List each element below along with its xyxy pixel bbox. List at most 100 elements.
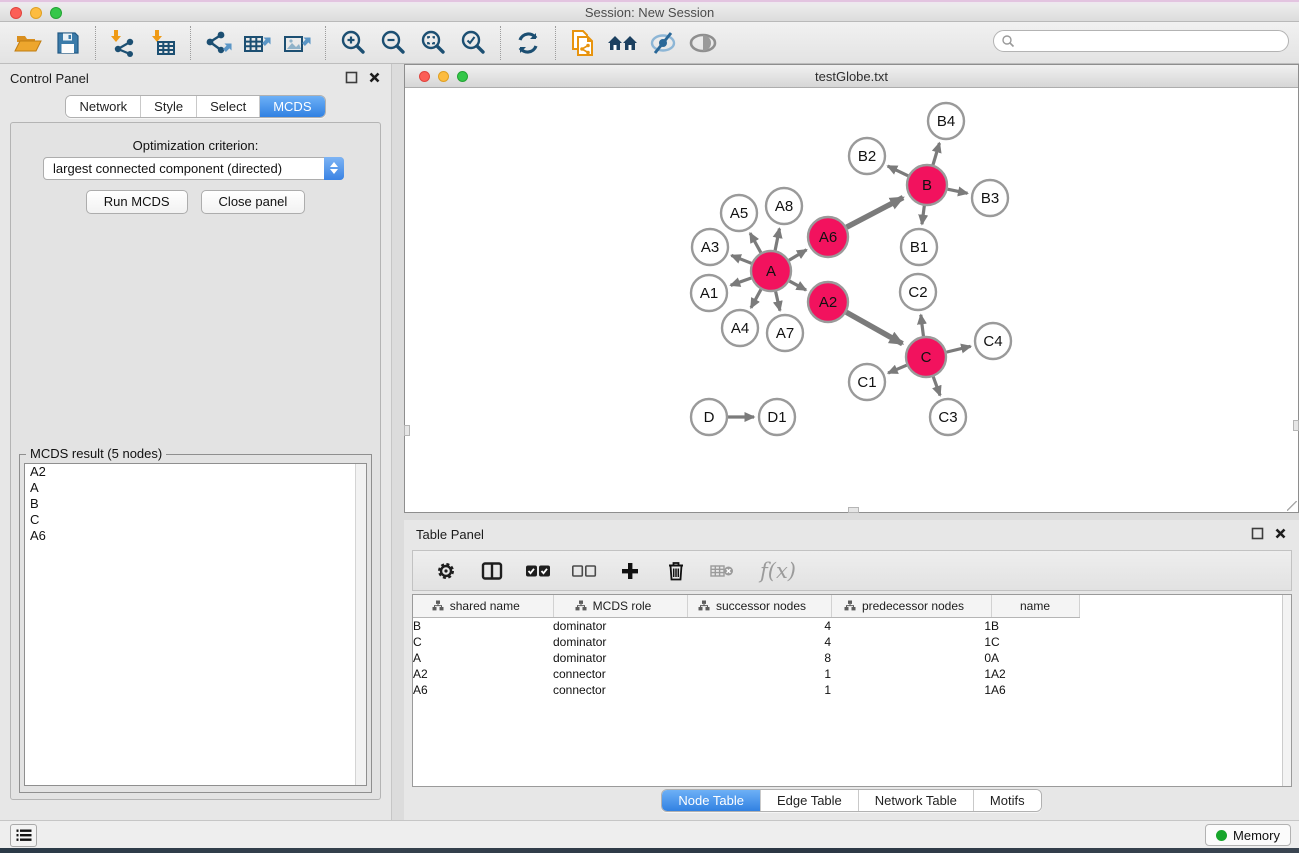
table-cell[interactable]: 8 — [687, 650, 831, 666]
zoom-fit-icon[interactable] — [413, 24, 453, 62]
table-cell[interactable]: 4 — [687, 617, 831, 634]
graph-edge[interactable] — [751, 289, 761, 307]
graph-edge[interactable] — [731, 255, 751, 263]
table-cell[interactable]: 1 — [831, 682, 991, 698]
column-header-predecessor-nodes[interactable]: predecessor nodes — [831, 595, 991, 617]
graph-edge[interactable] — [731, 278, 752, 285]
graph-edge[interactable] — [846, 312, 902, 344]
table-row[interactable]: A2connector11A2 — [413, 666, 1285, 682]
graph-edge[interactable] — [776, 291, 780, 310]
mcds-result-item[interactable]: C — [25, 512, 366, 528]
table-row[interactable]: Adominator80A — [413, 650, 1285, 666]
export-image-icon[interactable] — [278, 24, 318, 62]
graph-edge[interactable] — [888, 365, 906, 373]
network-frame-titlebar[interactable]: testGlobe.txt — [405, 65, 1298, 88]
graph-edge[interactable] — [789, 250, 806, 260]
close-panel-icon[interactable] — [368, 71, 381, 84]
search-field[interactable] — [993, 30, 1289, 52]
table-row[interactable]: Cdominator41C — [413, 634, 1285, 650]
table-row[interactable]: A6connector11A6 — [413, 682, 1285, 698]
graph-edge[interactable] — [847, 198, 904, 228]
table-cell[interactable]: 1 — [831, 617, 991, 634]
graph-edge[interactable] — [948, 189, 968, 193]
export-network-icon[interactable] — [198, 24, 238, 62]
tab-motifs[interactable]: Motifs — [973, 790, 1041, 811]
zoom-selected-icon[interactable] — [453, 24, 493, 62]
zoom-out-icon[interactable] — [373, 24, 413, 62]
frame-resize-handle[interactable] — [1287, 501, 1297, 511]
tab-network[interactable]: Network — [66, 96, 140, 117]
tab-mcds[interactable]: MCDS — [259, 96, 324, 117]
export-table-icon[interactable] — [238, 24, 278, 62]
memory-button[interactable]: Memory — [1205, 824, 1291, 846]
graph-edge[interactable] — [921, 315, 924, 336]
table-cell[interactable]: A — [413, 650, 553, 666]
tab-select[interactable]: Select — [196, 96, 259, 117]
table-scrollbar[interactable] — [1282, 595, 1291, 786]
graph-edge[interactable] — [922, 206, 924, 224]
import-table-icon[interactable] — [143, 24, 183, 62]
right-splitter-grip[interactable] — [1293, 420, 1299, 431]
table-cell[interactable]: 1 — [831, 634, 991, 650]
criterion-dropdown[interactable]: largest connected component (directed) — [43, 157, 344, 180]
network-canvas[interactable]: AA1A2A3A4A5A6A7A8BB1B2B3B4CC1C2C3C4DD1 — [405, 88, 1298, 512]
table-cell[interactable]: B — [413, 617, 553, 634]
float-panel-icon[interactable] — [1251, 527, 1264, 540]
table-cell[interactable]: 1 — [687, 682, 831, 698]
split-view-icon[interactable] — [479, 556, 505, 586]
table-cell[interactable]: connector — [553, 682, 687, 698]
node-table[interactable]: shared name MCDS role successor nodes pr… — [412, 594, 1292, 787]
delete-table-icon[interactable] — [709, 556, 735, 586]
table-cell[interactable]: A6 — [991, 682, 1079, 698]
show-graphics-details-icon[interactable] — [683, 24, 723, 62]
open-browser-home-icon[interactable] — [603, 24, 643, 62]
table-cell[interactable]: 1 — [687, 666, 831, 682]
function-builder-icon[interactable]: f(x) — [755, 556, 801, 586]
add-column-icon[interactable] — [617, 556, 643, 586]
zoom-in-icon[interactable] — [333, 24, 373, 62]
run-mcds-button[interactable]: Run MCDS — [86, 190, 188, 214]
open-session-icon[interactable] — [8, 24, 48, 62]
column-header-shared-name[interactable]: shared name — [413, 595, 553, 617]
table-cell[interactable]: A — [991, 650, 1079, 666]
import-network-icon[interactable] — [103, 24, 143, 62]
left-splitter-grip[interactable] — [404, 425, 410, 436]
network-graph[interactable]: AA1A2A3A4A5A6A7A8BB1B2B3B4CC1C2C3C4DD1 — [405, 88, 1298, 512]
tab-node-table[interactable]: Node Table — [662, 790, 760, 811]
mcds-result-item[interactable]: A2 — [25, 464, 366, 480]
table-cell[interactable]: 0 — [831, 650, 991, 666]
hide-graphics-details-icon[interactable] — [643, 24, 683, 62]
hide-all-columns-icon[interactable] — [571, 556, 597, 586]
float-panel-icon[interactable] — [345, 71, 358, 84]
mcds-result-item[interactable]: A — [25, 480, 366, 496]
column-header-mcds-role[interactable]: MCDS role — [553, 595, 687, 617]
table-cell[interactable]: 1 — [831, 666, 991, 682]
tab-network-table[interactable]: Network Table — [858, 790, 973, 811]
close-panel-icon[interactable] — [1274, 527, 1287, 540]
refresh-icon[interactable] — [508, 24, 548, 62]
show-all-columns-icon[interactable] — [525, 556, 551, 586]
search-input[interactable] — [1015, 32, 1288, 50]
graph-edge[interactable] — [888, 166, 908, 176]
graph-edge[interactable] — [933, 377, 940, 396]
column-header-successor-nodes[interactable]: successor nodes — [687, 595, 831, 617]
table-row[interactable]: Bdominator41B — [413, 617, 1285, 634]
settings-gear-icon[interactable] — [433, 556, 459, 586]
table-header-row[interactable]: shared name MCDS role successor nodes pr… — [413, 595, 1285, 617]
table-cell[interactable]: 4 — [687, 634, 831, 650]
table-cell[interactable]: dominator — [553, 650, 687, 666]
list-scrollbar[interactable] — [355, 464, 366, 785]
tab-edge-table[interactable]: Edge Table — [760, 790, 858, 811]
close-panel-button[interactable]: Close panel — [201, 190, 306, 214]
save-session-icon[interactable] — [48, 24, 88, 62]
graph-edge[interactable] — [789, 281, 806, 290]
show-panel-list-button[interactable] — [10, 824, 37, 847]
graph-edge[interactable] — [933, 143, 939, 165]
table-cell[interactable]: C — [991, 634, 1079, 650]
mcds-result-item[interactable]: B — [25, 496, 366, 512]
table-cell[interactable]: dominator — [553, 617, 687, 634]
table-cell[interactable]: A2 — [991, 666, 1079, 682]
column-header-name[interactable]: name — [991, 595, 1079, 617]
table-cell[interactable]: C — [413, 634, 553, 650]
table-cell[interactable]: A2 — [413, 666, 553, 682]
